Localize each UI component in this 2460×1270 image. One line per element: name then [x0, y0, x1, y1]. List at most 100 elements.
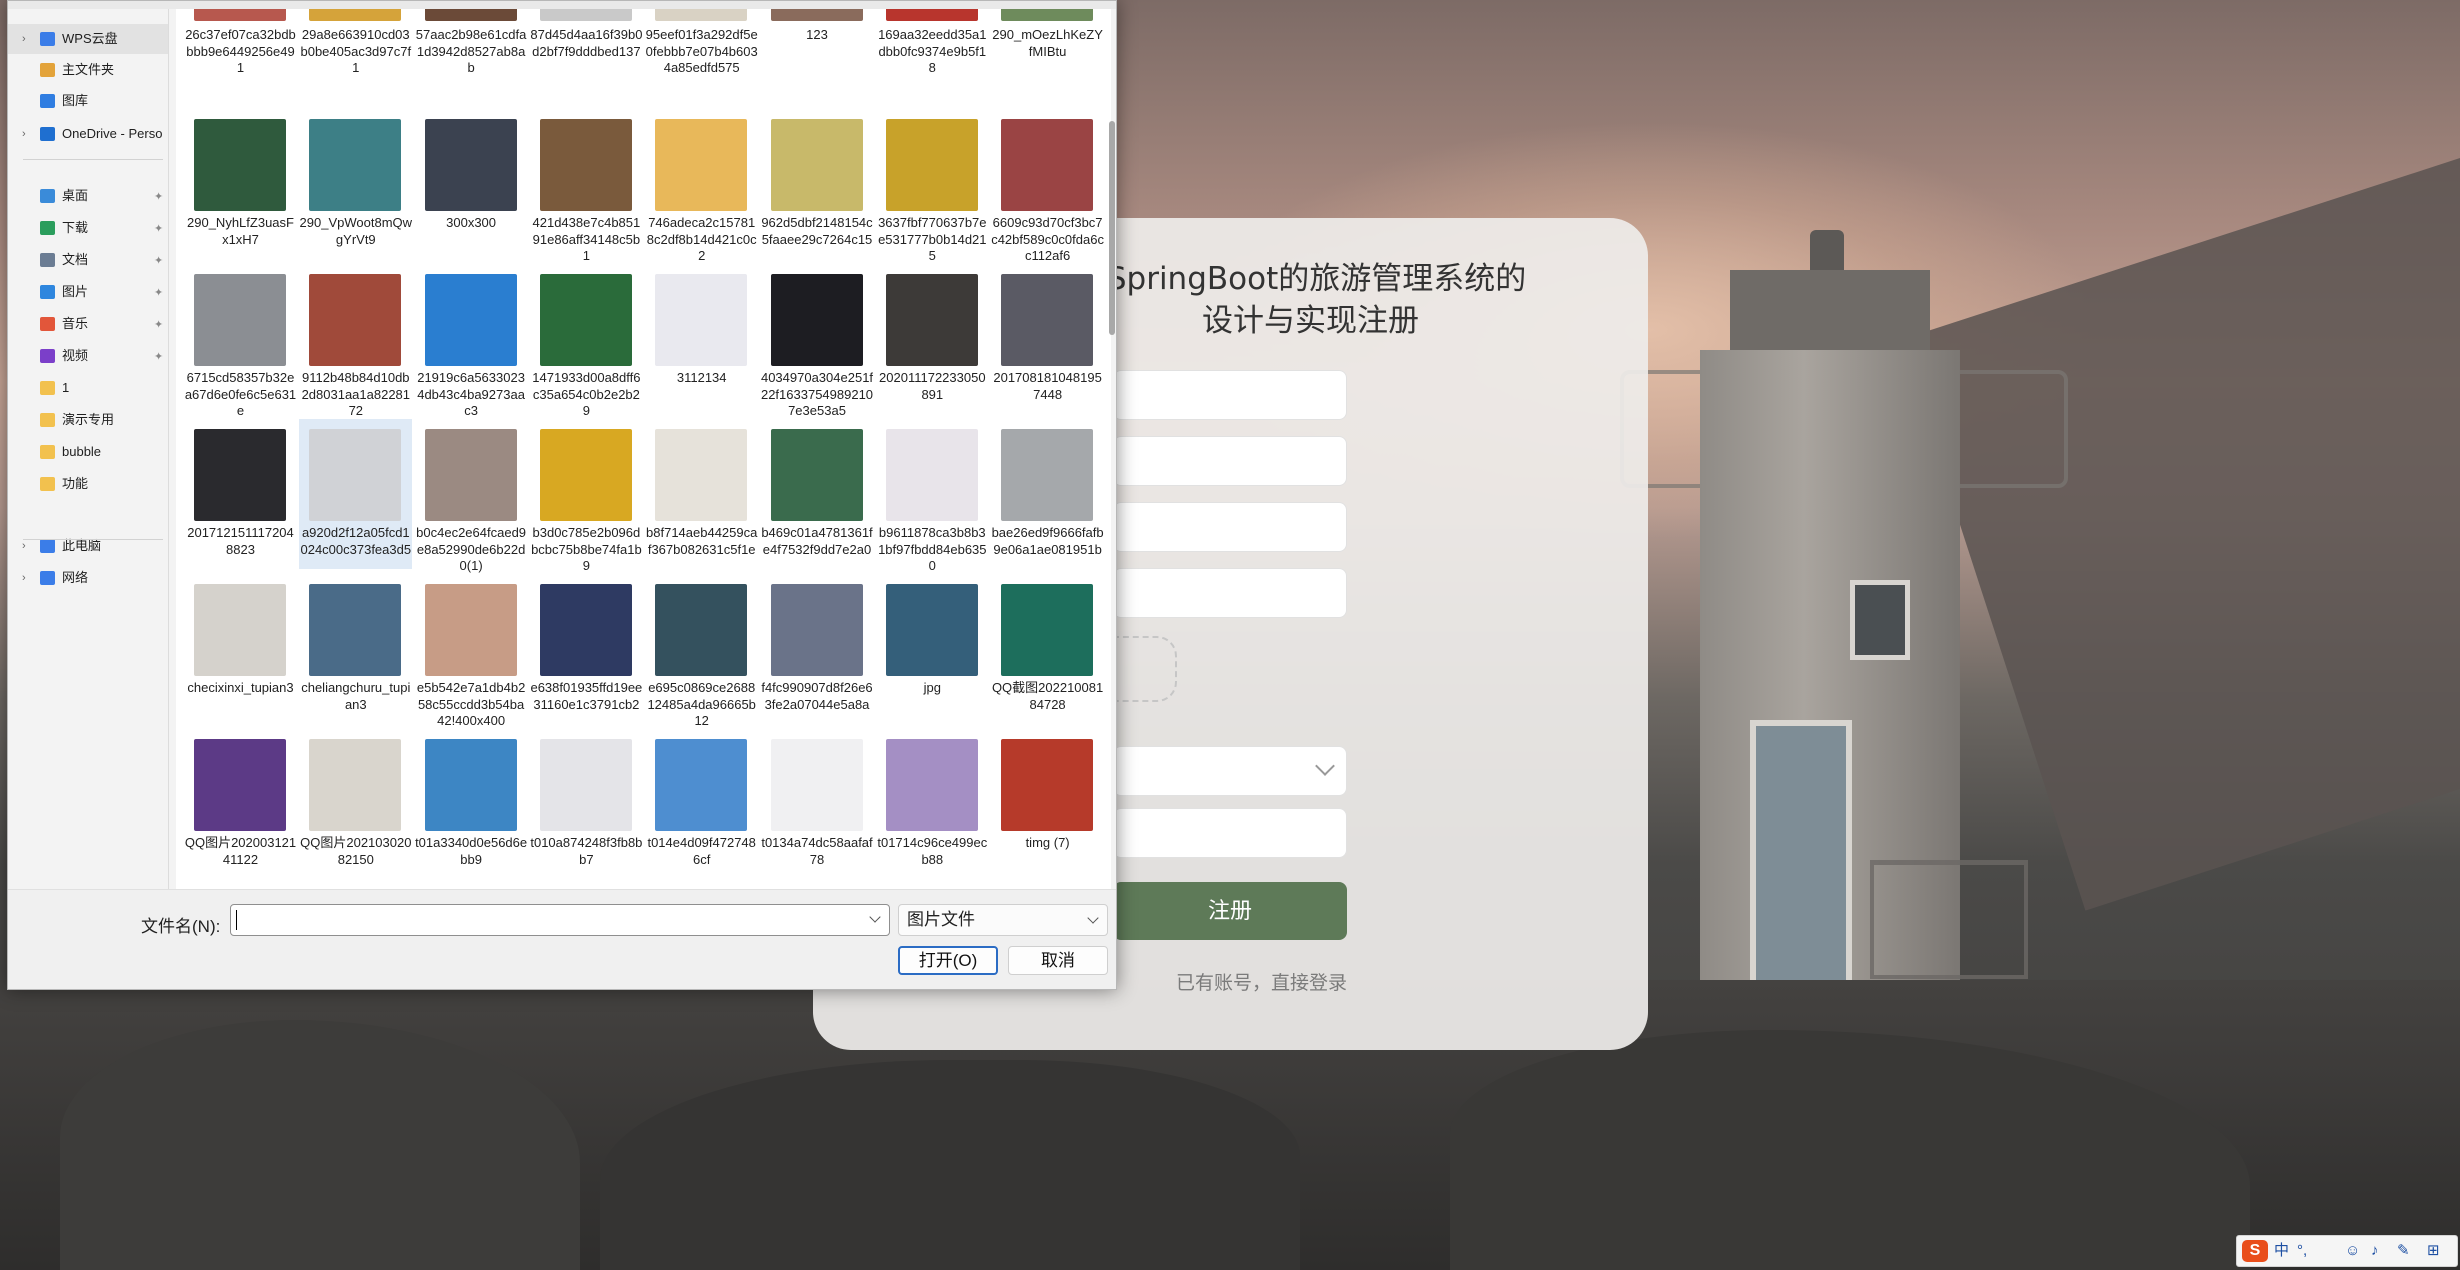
- filetype-select[interactable]: 图片文件: [898, 904, 1108, 936]
- nav-item-9[interactable]: 视频 ✦: [8, 341, 168, 371]
- file-item[interactable]: b9611878ca3b8b31bf97fbdd84eb6350: [876, 419, 989, 573]
- file-item[interactable]: f4fc990907d8f26e63fe2a07044e5a8a: [761, 574, 874, 724]
- nav-item-1[interactable]: 主文件夹: [8, 55, 168, 85]
- file-item[interactable]: 962d5dbf2148154c5faaee29c7264c15: [761, 109, 874, 259]
- nav-item-10[interactable]: 1: [8, 373, 168, 403]
- file-item[interactable]: cheliangchuru_tupian3: [299, 574, 412, 724]
- file-item[interactable]: e695c0869ce268812485a4da96665b12: [645, 574, 758, 728]
- gender-select[interactable]: [1113, 746, 1347, 796]
- file-item[interactable]: 300x300: [415, 109, 528, 259]
- file-item[interactable]: t01714c96ce499ecb88: [876, 729, 989, 879]
- file-item[interactable]: 290_NyhLfZ3uasFx1xH7: [184, 109, 297, 259]
- nav-item-6[interactable]: 文档 ✦: [8, 245, 168, 275]
- file-item[interactable]: QQ图片20210302082150: [299, 729, 412, 879]
- file-name: 123: [806, 27, 828, 42]
- nav-item-13[interactable]: 功能: [8, 469, 168, 499]
- file-item[interactable]: b469c01a4781361fe4f7532f9dd7e2a0: [761, 419, 874, 569]
- file-item[interactable]: bae26ed9f9666fafb9e06a1ae081951b: [991, 419, 1104, 569]
- nav-item-2[interactable]: 图库: [8, 86, 168, 116]
- chevron-right-icon[interactable]: ›: [22, 119, 34, 149]
- file-item[interactable]: 290_VpWoot8mQwgYrVt9: [299, 109, 412, 259]
- navigation-pane: › WPS云盘 主文件夹 图库 › OneDrive - Perso 桌面 ✦ 下载 ✦ 文档 ✦ 图片…: [8, 9, 168, 889]
- ime-handwrite-icon[interactable]: ✎: [2397, 1236, 2410, 1266]
- file-item[interactable]: t010a874248f3fb8bb7: [530, 729, 643, 879]
- nav-item-5[interactable]: 下载 ✦: [8, 213, 168, 243]
- file-item[interactable]: 9112b48b84d10db2d8031aa1a8228172: [299, 264, 412, 418]
- file-item[interactable]: timg (7): [991, 729, 1104, 879]
- cloud-icon: [40, 32, 55, 46]
- nav-item-label: 视频: [62, 348, 89, 363]
- username-field[interactable]: [1113, 370, 1347, 420]
- ime-voice-icon[interactable]: ♪: [2371, 1236, 2379, 1266]
- nav-item-14[interactable]: › 此电脑: [8, 531, 168, 561]
- name-field[interactable]: [1113, 568, 1347, 618]
- pin-icon: ✦: [154, 319, 164, 331]
- file-item[interactable]: 3112134: [645, 264, 758, 414]
- file-item[interactable]: 21919c6a56330234db43c4ba9273aac3: [415, 264, 528, 418]
- file-thumbnail: [770, 274, 863, 366]
- chevron-right-icon[interactable]: ›: [22, 563, 34, 593]
- nav-item-11[interactable]: 演示专用: [8, 405, 168, 435]
- file-thumbnail: [770, 739, 863, 831]
- file-item[interactable]: 2017121511172048823: [184, 419, 297, 569]
- file-item[interactable]: checixinxi_tupian3: [184, 574, 297, 724]
- nav-divider: [23, 539, 163, 540]
- nav-item-label: bubble: [62, 444, 102, 459]
- file-item[interactable]: 1471933d00a8dff6c35a654c0b2e2b29: [530, 264, 643, 418]
- file-item[interactable]: 746adeca2c157818c2df8b14d421c0c2: [645, 109, 758, 263]
- file-item[interactable]: t0134a74dc58aafaf78: [761, 729, 874, 879]
- scrollbar-thumb[interactable]: [1109, 121, 1115, 335]
- chevron-down-icon[interactable]: [869, 911, 881, 923]
- nav-item-12[interactable]: bubble: [8, 437, 168, 467]
- filename-input[interactable]: [230, 904, 890, 936]
- file-item[interactable]: QQ截图20221008184728: [991, 574, 1104, 724]
- file-item[interactable]: 202011172233050891: [876, 264, 989, 414]
- chevron-right-icon[interactable]: ›: [22, 24, 34, 54]
- confirm-password-field[interactable]: [1113, 502, 1347, 552]
- file-name: 3112134: [676, 370, 727, 385]
- file-item[interactable]: b8f714aeb44259caf367b082631c5f1e: [645, 419, 758, 569]
- nav-item-0[interactable]: › WPS云盘: [8, 24, 168, 54]
- file-item[interactable]: QQ图片20200312141122: [184, 729, 297, 879]
- nav-item-3[interactable]: › OneDrive - Perso: [8, 119, 168, 149]
- register-button[interactable]: 注册: [1113, 882, 1347, 940]
- phone-field[interactable]: [1113, 808, 1347, 858]
- file-item[interactable]: b0c4ec2e64fcaed9e8a52990de6b22d0(1): [415, 419, 528, 573]
- nav-item-15[interactable]: › 网络: [8, 563, 168, 593]
- file-thumbnail: [1001, 119, 1094, 211]
- file-item[interactable]: t01a3340d0e56d6ebb9: [415, 729, 528, 879]
- open-button[interactable]: 打开(O): [898, 946, 998, 975]
- sogou-logo-icon[interactable]: S: [2242, 1240, 2268, 1262]
- file-thumbnail: [655, 739, 748, 831]
- file-item[interactable]: b3d0c785e2b096dbcbc75b8be74fa1b9: [530, 419, 643, 573]
- login-link[interactable]: 已有账号，直接登录: [1113, 968, 1347, 995]
- file-item[interactable]: 6715cd58357b32ea67d6e0fe6c5e631e: [184, 264, 297, 418]
- file-item[interactable]: 6609c93d70cf3bc7c42bf589c0c0fda6cc112af6: [991, 109, 1104, 263]
- nav-item-8[interactable]: 音乐 ✦: [8, 309, 168, 339]
- file-item[interactable]: 4034970a304e251f22f16337549892107e3e53a5: [761, 264, 874, 418]
- ime-punct-toggle[interactable]: °,: [2297, 1236, 2307, 1266]
- ime-toolbox-icon[interactable]: ⊞: [2427, 1236, 2440, 1266]
- file-item[interactable]: 2017081810481957448: [991, 264, 1104, 414]
- file-item[interactable]: a920d2f12a05fcd1024c00c373fea3d5: [299, 419, 413, 569]
- avatar-upload-box[interactable]: [1113, 636, 1177, 702]
- file-item[interactable]: 421d438e7c4b85191e86aff34148c5b1: [530, 109, 643, 263]
- file-thumbnail: [885, 429, 978, 521]
- nav-item-7[interactable]: 图片 ✦: [8, 277, 168, 307]
- filename-label: 文件名(N):: [141, 917, 221, 936]
- file-item[interactable]: e638f01935ffd19ee31160e1c3791cb2: [530, 574, 643, 724]
- nav-item-4[interactable]: 桌面 ✦: [8, 181, 168, 211]
- ime-lang-toggle[interactable]: 中: [2274, 1236, 2289, 1266]
- cancel-button[interactable]: 取消: [1008, 946, 1108, 975]
- password-field[interactable]: [1113, 436, 1347, 486]
- file-item[interactable]: 3637fbf770637b7ee531777b0b14d215: [876, 109, 989, 263]
- nav-item-label: 功能: [62, 476, 89, 491]
- file-name: cheliangchuru_tupian3: [301, 680, 411, 712]
- file-name: b3d0c785e2b096dbcbc75b8be74fa1b9: [531, 525, 642, 573]
- file-thumbnail: [539, 119, 632, 211]
- file-item[interactable]: e5b542e7a1db4b258c55ccdd3b54ba42!400x400: [415, 574, 528, 728]
- file-item[interactable]: t014e4d09f4727486cf: [645, 729, 758, 879]
- file-item[interactable]: jpg: [876, 574, 989, 724]
- ime-emoji-icon[interactable]: ☺: [2345, 1236, 2360, 1266]
- chevron-right-icon[interactable]: ›: [22, 531, 34, 561]
